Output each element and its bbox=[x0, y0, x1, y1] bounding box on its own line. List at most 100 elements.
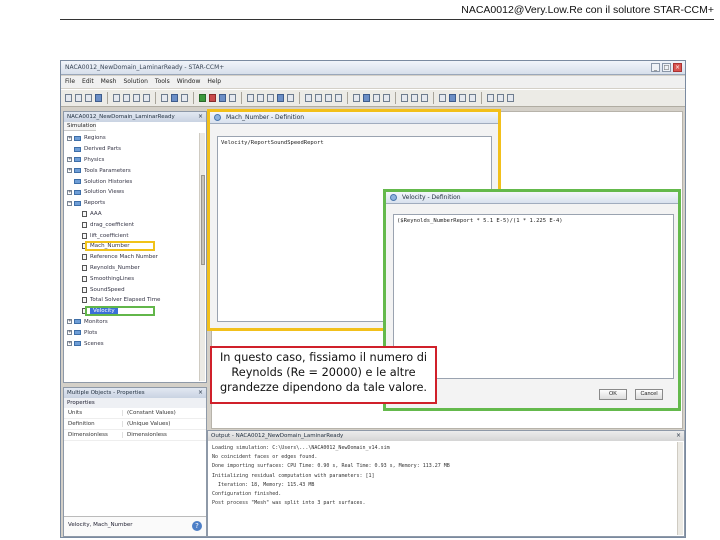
collapse-icon[interactable]: − bbox=[67, 200, 72, 206]
toolbar-tool-icon[interactable] bbox=[65, 94, 72, 102]
scroll-thumb[interactable] bbox=[201, 175, 205, 265]
toolbar-tool-icon[interactable] bbox=[75, 94, 82, 102]
tree-scrollbar[interactable] bbox=[199, 133, 205, 381]
ok-button[interactable]: OK bbox=[599, 389, 627, 400]
toolbar-tool-icon[interactable] bbox=[95, 94, 102, 102]
tree-item[interactable]: + Tools Parameters bbox=[67, 165, 206, 176]
menu-help[interactable]: Help bbox=[207, 78, 221, 88]
toolbar-tool-icon[interactable] bbox=[113, 94, 120, 102]
tree-item[interactable]: SoundSpeed bbox=[67, 284, 206, 295]
toolbar-tool-icon[interactable] bbox=[267, 94, 274, 102]
menu-file[interactable]: File bbox=[65, 78, 75, 88]
property-row[interactable]: Definition (Unique Values) bbox=[64, 419, 206, 430]
tree-item[interactable]: Solution Histories bbox=[67, 176, 206, 187]
toolbar-tool-icon[interactable] bbox=[123, 94, 130, 102]
toolbar-tool-icon[interactable] bbox=[373, 94, 380, 102]
tree-item[interactable]: drag_coefficient bbox=[67, 219, 206, 230]
tree-item[interactable]: + Scenes bbox=[67, 338, 206, 349]
minimize-icon[interactable]: _ bbox=[651, 63, 660, 72]
window-title-bar[interactable]: NACA0012_NewDomain_LaminarReady - STAR-C… bbox=[61, 61, 685, 75]
toolbar-tool-icon[interactable] bbox=[335, 94, 342, 102]
tree-item[interactable]: Reference Mach Number bbox=[67, 252, 206, 263]
help-icon[interactable]: ? bbox=[192, 521, 202, 531]
toolbar-tool-icon[interactable] bbox=[305, 94, 312, 102]
toolbar-tool-icon[interactable] bbox=[487, 94, 494, 102]
tree-item[interactable]: + Plots bbox=[67, 327, 206, 338]
dialog-title-bar[interactable]: Velocity - Definition bbox=[386, 192, 678, 204]
toolbar-tool-icon[interactable] bbox=[459, 94, 466, 102]
menu-solution[interactable]: Solution bbox=[123, 78, 147, 88]
toolbar-tool-icon[interactable] bbox=[257, 94, 264, 102]
maximize-icon[interactable]: □ bbox=[662, 63, 671, 72]
slide: NACA0012@Very.Low.Re con il solutore STA… bbox=[0, 0, 720, 540]
close-icon[interactable]: × bbox=[198, 389, 203, 396]
toolbar-tool-icon[interactable] bbox=[277, 94, 284, 102]
tree-item[interactable]: Reynolds_Number bbox=[67, 263, 206, 274]
menu-tools[interactable]: Tools bbox=[155, 78, 170, 88]
expand-icon[interactable]: + bbox=[67, 168, 72, 174]
close-icon[interactable]: × bbox=[676, 432, 681, 439]
toolbar-tool-icon[interactable] bbox=[469, 94, 476, 102]
toolbar-tool-icon[interactable] bbox=[507, 94, 514, 102]
toolbar-tool-icon[interactable] bbox=[171, 94, 178, 102]
tree-item[interactable]: + Regions bbox=[67, 133, 206, 144]
tree-item[interactable]: Velocity bbox=[67, 305, 206, 317]
expand-icon[interactable]: + bbox=[67, 341, 72, 347]
expand-icon[interactable]: + bbox=[67, 330, 72, 336]
toolbar-tool-icon[interactable] bbox=[247, 94, 254, 102]
property-value[interactable]: (Unique Values) bbox=[122, 421, 206, 427]
tree-item-label: Tools Parameters bbox=[84, 167, 131, 174]
toolbar-tool-icon[interactable] bbox=[133, 94, 140, 102]
tree-item[interactable]: lift_coefficient bbox=[67, 230, 206, 241]
tree-item[interactable]: − Reports bbox=[67, 198, 206, 209]
toolbar-tool-icon[interactable] bbox=[219, 94, 226, 102]
toolbar-tool-icon[interactable] bbox=[181, 94, 188, 102]
tree-item-label: Scenes bbox=[84, 340, 104, 347]
toolbar-tool-icon[interactable] bbox=[325, 94, 332, 102]
toolbar-tool-icon[interactable] bbox=[353, 94, 360, 102]
toolbar-tool-icon[interactable] bbox=[143, 94, 150, 102]
expand-icon[interactable]: + bbox=[67, 319, 72, 325]
toolbar-tool-icon[interactable] bbox=[401, 94, 408, 102]
toolbar-tool-icon[interactable] bbox=[497, 94, 504, 102]
property-value[interactable]: (Constant Values) bbox=[122, 410, 206, 416]
close-icon[interactable]: × bbox=[673, 63, 682, 72]
properties-group[interactable]: Properties bbox=[64, 398, 206, 408]
toolbar-tool-icon[interactable] bbox=[421, 94, 428, 102]
toolbar-tool-icon[interactable] bbox=[287, 94, 294, 102]
tree-item-label: lift_coefficient bbox=[90, 232, 129, 239]
expand-icon[interactable]: + bbox=[67, 157, 72, 163]
toolbar-tool-icon[interactable] bbox=[439, 94, 446, 102]
tree-item[interactable]: AAA bbox=[67, 209, 206, 220]
close-icon[interactable]: × bbox=[198, 113, 203, 120]
cancel-button[interactable]: Cancel bbox=[635, 389, 663, 400]
toolbar-tool-icon[interactable] bbox=[85, 94, 92, 102]
toolbar-tool-icon[interactable] bbox=[161, 94, 168, 102]
menu-mesh[interactable]: Mesh bbox=[101, 78, 117, 88]
tree-item[interactable]: Mach_Number bbox=[67, 240, 206, 252]
toolbar-tool-icon[interactable] bbox=[449, 94, 456, 102]
tab-simulation[interactable]: Simulation bbox=[64, 122, 96, 131]
tree-item[interactable]: + Solution Views bbox=[67, 187, 206, 198]
property-row[interactable]: Dimensionless Dimensionless bbox=[64, 430, 206, 441]
output-scrollbar[interactable] bbox=[677, 442, 683, 535]
expand-icon[interactable]: + bbox=[67, 135, 72, 141]
toolbar-tool-icon[interactable] bbox=[315, 94, 322, 102]
tree-item[interactable]: + Physics bbox=[67, 155, 206, 166]
menu-window[interactable]: Window bbox=[177, 78, 201, 88]
tree-item[interactable]: SmoothingLines bbox=[67, 273, 206, 284]
toolbar-tool-icon[interactable] bbox=[363, 94, 370, 102]
tree-item[interactable]: + Monitors bbox=[67, 317, 206, 328]
toolbar-tool-icon[interactable] bbox=[209, 94, 216, 102]
toolbar-tool-icon[interactable] bbox=[411, 94, 418, 102]
toolbar-tool-icon[interactable] bbox=[199, 94, 206, 102]
tree-item[interactable]: Total Solver Elapsed Time bbox=[67, 295, 206, 306]
toolbar-tool-icon[interactable] bbox=[383, 94, 390, 102]
dialog-title-bar[interactable]: Mach_Number - Definition bbox=[210, 112, 498, 124]
menu-edit[interactable]: Edit bbox=[82, 78, 94, 88]
property-row[interactable]: Units (Constant Values) bbox=[64, 408, 206, 419]
property-value[interactable]: Dimensionless bbox=[122, 432, 206, 438]
expand-icon[interactable]: + bbox=[67, 189, 72, 195]
toolbar-tool-icon[interactable] bbox=[229, 94, 236, 102]
tree-item[interactable]: Derived Parts bbox=[67, 144, 206, 155]
